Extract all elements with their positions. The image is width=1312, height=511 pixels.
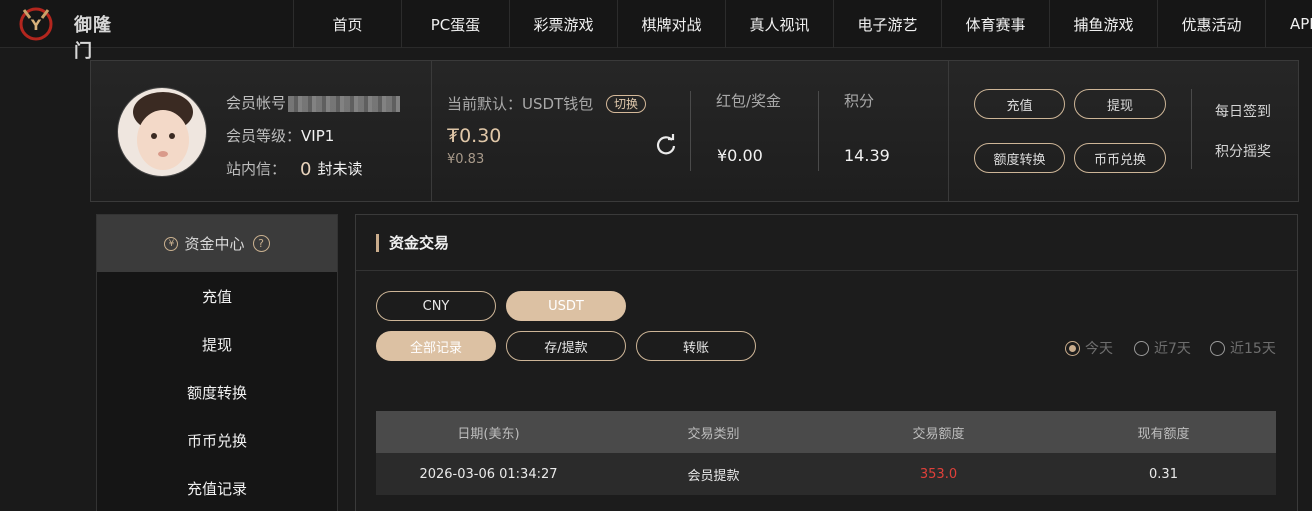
nav-home[interactable]: 首页 (293, 0, 401, 48)
divider (1191, 89, 1192, 169)
points-label: 积分 (844, 92, 875, 110)
nav-fishing[interactable]: 捕鱼游戏 (1049, 0, 1157, 48)
brand-logo[interactable]: Y 御隆门 (16, 2, 116, 62)
radio-icon (1210, 340, 1225, 356)
transactions-table: 日期(美东) 交易类别 交易额度 现有额度 2026-03-06 01:34:2… (376, 411, 1276, 495)
sidebar-item-exchange[interactable]: 币币兑换 (97, 416, 337, 464)
nav-lottery[interactable]: 彩票游戏 (509, 0, 617, 48)
divider (431, 61, 432, 201)
mail-label: 站内信： (226, 160, 287, 178)
col-balance: 现有额度 (1137, 426, 1190, 442)
wallet-switch-button[interactable]: 切换 (606, 95, 647, 113)
table-row: 2026-03-06 01:34:27 会员提款 353.0 0.31 (376, 453, 1276, 495)
nav-promotions[interactable]: 优惠活动 (1157, 0, 1265, 48)
sidebar-item-withdraw[interactable]: 提现 (97, 320, 337, 368)
member-panel: 会员帐号 会员等级： VIP1 站内信： 0 封未读 当前默认：USDT钱包 切… (90, 60, 1299, 202)
yen-icon: ¥ (164, 236, 179, 251)
sidebar-item-transfer[interactable]: 额度转换 (97, 368, 337, 416)
table-header: 日期(美东) 交易类别 交易额度 现有额度 (376, 411, 1276, 453)
cell-amount: 353.0 (919, 466, 958, 482)
range-15-days-label: 近15天 (1230, 341, 1276, 357)
sidebar: ¥ 资金中心 ? 充值 提现 额度转换 币币兑换 充值记录 (96, 214, 338, 511)
level-value: VIP1 (301, 127, 335, 145)
exchange-button[interactable]: 币币兑换 (1074, 143, 1166, 173)
sidebar-item-recharge[interactable]: 充值 (97, 272, 337, 320)
cell-type: 会员提款 (687, 468, 740, 484)
account-id-redacted (288, 95, 401, 112)
withdraw-button[interactable]: 提现 (1074, 89, 1166, 119)
member-info: 会员帐号 会员等级： VIP1 站内信： 0 封未读 (226, 87, 401, 186)
range-today[interactable]: 今天 (1065, 338, 1113, 358)
tab-usdt[interactable]: USDT (506, 291, 626, 321)
daily-checkin-link[interactable]: 每日签到 (1215, 101, 1271, 121)
page-title: 资金交易 (356, 215, 1297, 271)
mail-count[interactable]: 0 (300, 153, 311, 186)
cell-date: 2026-03-06 01:34:27 (419, 466, 558, 482)
cny-balance: ¥0.83 (447, 152, 485, 167)
mail-suffix: 封未读 (317, 160, 363, 178)
divider (948, 61, 949, 201)
range-15-days[interactable]: 近15天 (1210, 338, 1276, 358)
nav-pc-egg[interactable]: PC蛋蛋 (401, 0, 509, 48)
tab-deposit-withdraw[interactable]: 存/提款 (506, 331, 626, 361)
sidebar-title: 资金中心 (184, 235, 245, 253)
avatar-image (118, 88, 206, 176)
points-value: 14.39 (844, 146, 890, 165)
avatar[interactable] (117, 87, 207, 177)
points-lottery-link[interactable]: 积分摇奖 (1215, 141, 1271, 161)
divider (690, 91, 691, 171)
divider (818, 91, 819, 171)
transfer-button[interactable]: 额度转换 (974, 143, 1065, 173)
nav-app[interactable]: APP (1265, 0, 1312, 48)
usdt-balance: ₮0.30 (447, 125, 502, 147)
bonus-value: ¥0.00 (717, 146, 763, 165)
nav-chess-cards[interactable]: 棋牌对战 (617, 0, 725, 48)
tab-cny[interactable]: CNY (376, 291, 496, 321)
range-7-days-label: 近7天 (1154, 341, 1191, 357)
range-7-days[interactable]: 近7天 (1134, 338, 1191, 358)
help-icon[interactable]: ? (252, 235, 270, 252)
bonus-label: 红包/奖金 (716, 92, 782, 110)
tab-transfer[interactable]: 转账 (636, 331, 756, 361)
radio-icon (1134, 340, 1149, 356)
level-label: 会员等级： (226, 127, 302, 145)
main-nav: 首页 PC蛋蛋 彩票游戏 棋牌对战 真人视讯 电子游艺 体育赛事 捕鱼游戏 优惠… (293, 0, 1312, 48)
wallet-label: 当前默认：USDT钱包 (447, 95, 594, 113)
refresh-icon[interactable] (655, 134, 677, 156)
top-navbar: Y 御隆门 首页 PC蛋蛋 彩票游戏 棋牌对战 真人视讯 电子游艺 体育赛事 捕… (0, 0, 1312, 62)
recharge-button[interactable]: 充值 (974, 89, 1065, 119)
sidebar-header: ¥ 资金中心 ? (97, 215, 337, 272)
brand-name: 御隆门 (74, 15, 112, 62)
tab-all-records[interactable]: 全部记录 (376, 331, 496, 361)
svg-text:Y: Y (30, 18, 42, 34)
sidebar-item-recharge-records[interactable]: 充值记录 (97, 464, 337, 511)
main-panel: 资金交易 CNY USDT 全部记录 存/提款 转账 今天 近7天 近15天 日… (355, 214, 1298, 511)
range-today-label: 今天 (1085, 341, 1113, 357)
radio-checked-icon (1065, 340, 1080, 356)
account-label: 会员帐号 (226, 94, 287, 112)
wallet-default: 当前默认：USDT钱包 切换 (447, 93, 647, 114)
col-date: 日期(美东) (457, 426, 520, 442)
nav-sports[interactable]: 体育赛事 (941, 0, 1049, 48)
col-type: 交易类别 (687, 426, 740, 442)
col-amount: 交易额度 (912, 426, 965, 442)
cell-balance: 0.31 (1149, 466, 1178, 482)
nav-live-casino[interactable]: 真人视讯 (725, 0, 833, 48)
nav-slots[interactable]: 电子游艺 (833, 0, 941, 48)
dragon-logo-icon: Y (19, 7, 53, 41)
